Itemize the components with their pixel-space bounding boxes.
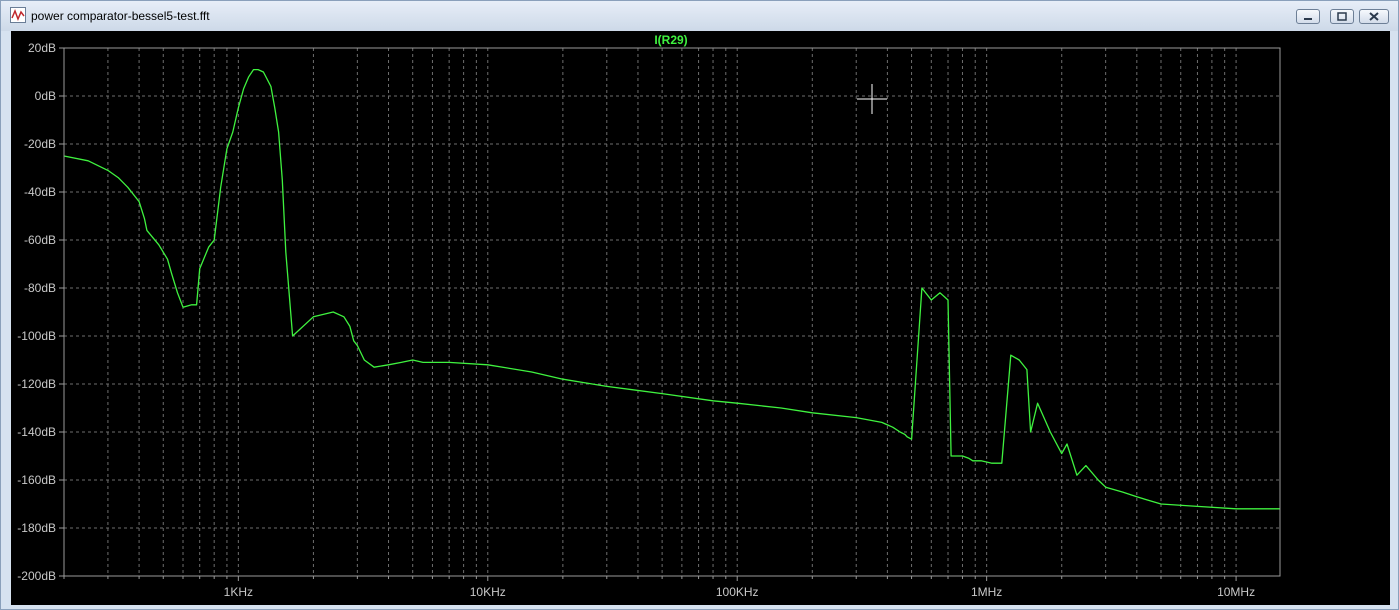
x-tick-label: 100KHz [716, 585, 759, 599]
x-tick-label: 10MHz [1217, 585, 1255, 599]
grid-lines [63, 47, 1280, 581]
y-tick-label: 0dB [35, 89, 56, 103]
plot-frame [63, 47, 1281, 577]
chart-title: I(R29) [654, 33, 687, 47]
y-tick-label: -80dB [24, 281, 56, 295]
x-tick-label: 10KHz [470, 585, 506, 599]
y-tick-label: -40dB [24, 185, 56, 199]
minimize-icon [1304, 18, 1312, 20]
waveform-viewer-icon [10, 7, 26, 23]
x-tick-label: 1KHz [224, 585, 253, 599]
y-tick-label: -140dB [17, 425, 56, 439]
y-axis-ticks: 20dB 0dB -20dB -40dB -60dB -80dB -100dB -120dB -… [17, 41, 64, 583]
series-layer [63, 68, 1280, 510]
close-button[interactable] [1359, 9, 1389, 24]
maximize-icon [1337, 12, 1347, 21]
waveform-window: power comparator-bessel5-test.fft 20dB 0d… [0, 0, 1399, 610]
y-tick-label: -200dB [17, 569, 56, 583]
y-tick-label: -180dB [17, 521, 56, 535]
y-tick-label: -20dB [24, 137, 56, 151]
y-tick-label: 20dB [28, 41, 56, 55]
close-icon [1369, 12, 1379, 21]
series-line-I(R29) [63, 68, 1280, 510]
plot-canvas[interactable]: 20dB 0dB -20dB -40dB -60dB -80dB -100dB -120dB -… [11, 31, 1390, 605]
y-tick-label: -120dB [17, 377, 56, 391]
title-bar[interactable]: power comparator-bessel5-test.fft [1, 1, 1398, 31]
fft-chart[interactable]: 20dB 0dB -20dB -40dB -60dB -80dB -100dB -120dB -… [11, 31, 1390, 605]
y-tick-label: -160dB [17, 473, 56, 487]
minimize-button[interactable] [1296, 9, 1320, 24]
window-title: power comparator-bessel5-test.fft [31, 9, 210, 23]
y-tick-label: -100dB [17, 329, 56, 343]
x-axis-ticks: 1KHz 10KHz 100KHz 1MHz 10MHz [224, 585, 1255, 599]
crosshair-cursor-icon [857, 84, 887, 114]
y-tick-label: -60dB [24, 233, 56, 247]
maximize-button[interactable] [1330, 9, 1354, 24]
x-tick-label: 1MHz [971, 585, 1002, 599]
